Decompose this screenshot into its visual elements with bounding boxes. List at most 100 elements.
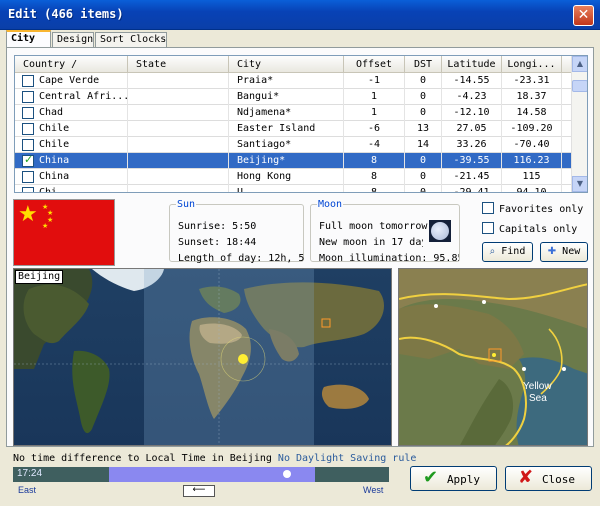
flag-small-star: ★ [42,222,49,230]
table-row[interactable]: China Hong Kong 8 0 -21.45 115 [15,169,573,185]
cell-offset: 8 [344,153,405,169]
sea-label-line1: Yellow [523,381,552,392]
table-row[interactable]: Chile Santiago* -4 14 33.26 -70.40 [15,137,573,153]
cell-offset: -1 [344,73,405,89]
cell-dst: 0 [405,153,442,169]
cell-city: Hong Kong [229,169,344,185]
cell-state [128,169,229,185]
row-checkbox[interactable] [22,91,34,103]
cell-lon: 115 [502,169,562,185]
cell-lon: 14.58 [502,105,562,121]
scroll-thumb[interactable] [572,80,587,92]
moon-group: Moon Full moon tomorrow New moon in 17 d… [310,199,460,264]
close-button[interactable]: ✘ Close [505,466,592,491]
flag-big-star: ★ [18,202,38,227]
scroll-down-arrow-icon[interactable]: ▼ [572,176,587,192]
west-label: West [363,485,384,495]
world-map[interactable] [13,268,392,446]
cell-lon: -23.31 [502,73,562,89]
cell-dst: 14 [405,137,442,153]
row-checkbox[interactable] [22,123,34,135]
cell-state [128,153,229,169]
cell-offset: 8 [344,185,405,192]
find-button[interactable]: ⌕ Find [482,242,533,262]
cell-offset: 8 [344,169,405,185]
column-state[interactable]: State [128,56,229,73]
grid-scrollbar[interactable]: ▲ ▼ [571,56,587,192]
capitals-only-label: Capitals only [499,224,578,235]
row-checkbox[interactable] [22,75,34,87]
cell-city: Easter Island [229,121,344,137]
column-offset[interactable]: Offset [344,56,405,73]
checkbox-box[interactable] [482,222,494,234]
swap-direction-button[interactable]: ⟵ [183,485,215,497]
table-row[interactable]: Chile Easter Island -6 13 27.05 -109.20 [15,121,573,137]
column-longitude[interactable]: Longi... [502,56,562,73]
close-window-button[interactable]: ✕ [573,5,594,26]
row-checkbox[interactable] [22,107,34,119]
row-checkbox[interactable] [22,171,34,183]
cell-city: Praia* [229,73,344,89]
sea-label-line2: Sea [529,393,547,404]
tab-city[interactable]: City [6,30,51,48]
cell-state [128,105,229,121]
sun-position-marker[interactable] [283,470,291,478]
tab-sort-clocks[interactable]: Sort Clocks [95,32,167,47]
cell-lon: -109.20 [502,121,562,137]
find-label: Find [501,246,526,257]
cell-state [128,137,229,153]
window-title: Edit (466 items) [8,7,124,21]
cell-state [128,89,229,105]
row-checkbox[interactable] [22,139,34,151]
cell-offset: 1 [344,105,405,121]
cell-dst: 0 [405,105,442,121]
cell-country: Chile [37,121,128,137]
cell-country: Chad [37,105,128,121]
row-checkbox[interactable] [22,153,34,167]
cell-lat: -12.10 [442,105,502,121]
column-city[interactable]: City [229,56,344,73]
cell-lat: 27.05 [442,121,502,137]
time-difference-text: No time difference to Local Time in Beij… [13,453,272,464]
table-row[interactable]: Central Afri... Bangui* 1 0 -4.23 18.37 [15,89,573,105]
dst-rule-text: No Daylight Saving rule [277,453,417,464]
cell-lat: 33.26 [442,137,502,153]
cell-dst: 13 [405,121,442,137]
cell-country: Chile [37,137,128,153]
moon-illumination-text: Moon illumination: 95.852 [319,253,459,264]
cell-country: Cape Verde [37,73,128,89]
cell-city: Ndjamena* [229,105,344,121]
column-country[interactable]: Country / [15,56,128,73]
country-flag: ★ ★ ★ ★ ★ [13,199,115,266]
apply-button[interactable]: ✔ Apply [410,466,497,491]
grid-header: Country / State City Offset DST Latitude… [15,56,573,73]
scroll-up-arrow-icon[interactable]: ▲ [572,56,587,72]
sun-legend: Sun [177,199,196,210]
time-slider[interactable]: 17:24 [13,467,389,482]
table-row[interactable]: Cape Verde Praia* -1 0 -14.55 -23.31 [15,73,573,89]
cell-country: China [37,153,128,169]
city-grid: Country / State City Offset DST Latitude… [14,55,588,193]
cell-country: China [37,169,128,185]
new-button[interactable]: ✚ New [540,242,588,262]
checkbox-box[interactable] [482,202,494,214]
cell-state [128,185,229,192]
table-row[interactable]: Chad Ndjamena* 1 0 -12.10 14.58 [15,105,573,121]
day-length-text: Length of day: 12h, 54m [178,253,304,264]
table-row[interactable]: China Beijing*80-39.55116.23 [15,153,573,169]
plus-icon: ✚ [547,246,557,257]
tab-design[interactable]: Design [52,32,94,47]
column-latitude[interactable]: Latitude [442,56,502,73]
table-row[interactable]: Chi U 8 0 -29.41 94.10 [15,185,573,192]
column-dst[interactable]: DST [405,56,442,73]
cell-dst: 0 [405,89,442,105]
cell-city: Santiago* [229,137,344,153]
cell-city: U [229,185,344,192]
cell-country: Central Afri... [37,89,128,105]
capitals-only-checkbox[interactable]: Capitals only [482,222,577,235]
favorites-only-checkbox[interactable]: Favorites only [482,202,583,215]
row-checkbox[interactable] [22,187,34,192]
new-moon-text: New moon in 17 days [319,237,423,248]
cell-lat: -29.41 [442,185,502,192]
zoom-map[interactable]: Yellow Sea [398,268,588,446]
